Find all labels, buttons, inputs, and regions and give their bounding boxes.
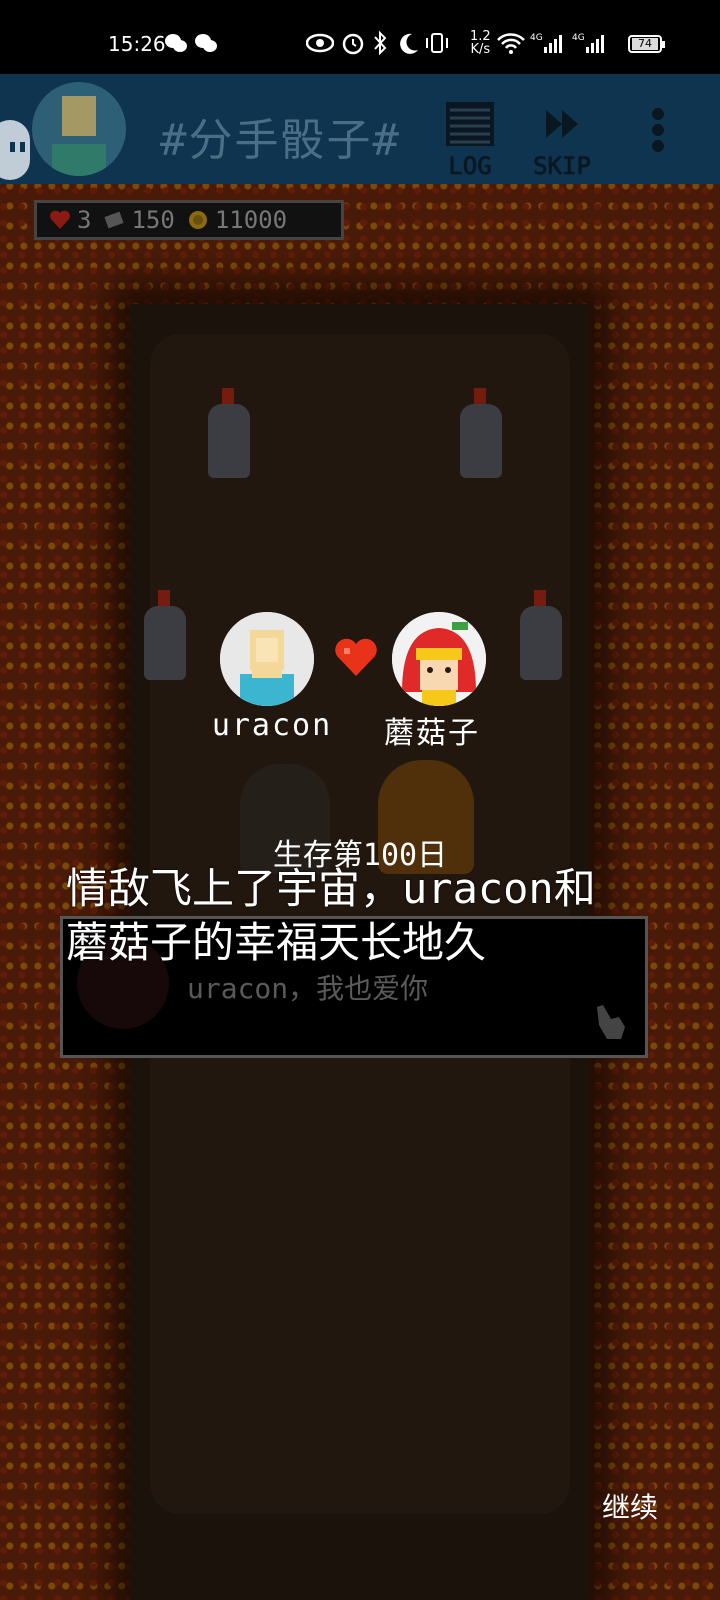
top-bar: #分手骰子# LOG SKIP xyxy=(0,74,720,184)
game-title: #分手骰子# xyxy=(160,115,401,166)
log-icon xyxy=(446,102,494,146)
moon-icon xyxy=(396,30,420,56)
partner-name: 蘑菇子 xyxy=(384,716,480,751)
signal-4g-icon: 4G xyxy=(530,30,566,56)
ghost-icon[interactable] xyxy=(0,120,30,180)
status-time: 15:26 xyxy=(108,32,166,56)
net-speed: 1.2 K/s xyxy=(470,29,491,57)
svg-text:4G: 4G xyxy=(530,33,543,43)
fast-forward-icon xyxy=(546,110,578,138)
heart-icon xyxy=(50,210,70,229)
wifi-icon xyxy=(496,30,526,56)
ending-story-text: 情敌飞上了宇宙，uracon和蘑菇子的幸福天长地久 xyxy=(66,864,596,967)
continue-button[interactable]: 继续 xyxy=(602,1486,658,1526)
log-button[interactable]: LOG xyxy=(444,102,496,180)
resource-bar: 3 150 11000 xyxy=(34,200,344,240)
vibrate-icon xyxy=(424,30,450,56)
status-bar: 15:26 1.2 K/s 4G 4G 74 xyxy=(0,0,720,74)
player-avatar[interactable] xyxy=(32,82,126,176)
dialog-line: uracon，我也爱你 xyxy=(187,972,429,1005)
signal-4g-icon: 4G xyxy=(572,30,608,56)
cards-count: 150 xyxy=(131,206,175,234)
game-scene: #分手骰子# LOG SKIP 3 150 11000 uracon 蘑菇子 生… xyxy=(0,74,720,1600)
card-icon xyxy=(104,211,125,229)
alarm-icon xyxy=(340,30,366,56)
partner-portrait xyxy=(392,612,486,706)
player-name: uracon xyxy=(211,708,333,743)
wechat-icon xyxy=(194,30,218,56)
pointer-hand-icon xyxy=(597,1005,625,1039)
coin-icon xyxy=(188,211,207,229)
battery-icon: 74 xyxy=(628,35,665,53)
hearts-count: 3 xyxy=(77,206,92,234)
skip-button[interactable]: SKIP xyxy=(532,102,592,180)
coins-count: 11000 xyxy=(214,206,288,234)
wechat-icon xyxy=(164,30,188,56)
more-menu-button[interactable] xyxy=(646,106,670,158)
bluetooth-icon xyxy=(372,30,388,56)
eye-icon xyxy=(306,30,334,56)
player-portrait xyxy=(220,612,314,706)
heart-icon xyxy=(335,638,377,676)
svg-text:4G: 4G xyxy=(572,33,585,43)
more-vertical-icon xyxy=(652,108,664,152)
